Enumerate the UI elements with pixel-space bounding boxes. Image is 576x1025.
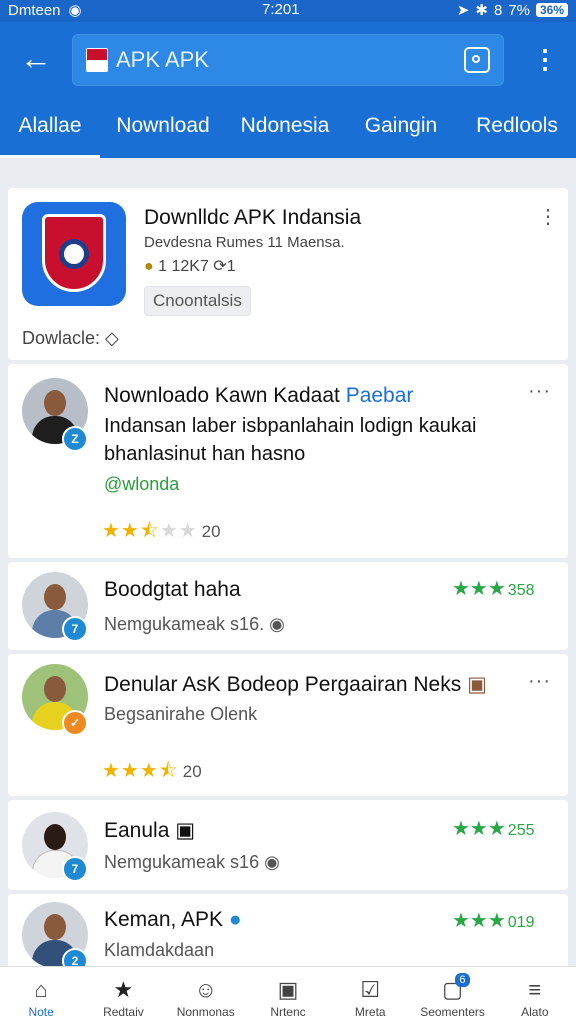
review-title: Keman, APK ●: [104, 908, 242, 931]
menu-icon: ≡: [528, 977, 542, 1002]
back-arrow-icon[interactable]: ←: [18, 40, 54, 76]
diamond-icon: ◇: [105, 328, 119, 348]
carrier-label: Dmteen: [8, 1, 61, 19]
sync-icon: ⟳: [213, 258, 227, 275]
verified-badge: 7: [62, 616, 88, 642]
rating-stars: ★★★ 255: [452, 818, 535, 840]
globe-icon: ●: [228, 908, 242, 931]
notification-count: 6: [455, 973, 470, 987]
review-title: Eanula ▣: [104, 819, 196, 842]
bag-icon: ▣: [467, 673, 487, 696]
rating-count: 20: [201, 522, 221, 541]
camera-icon[interactable]: [464, 47, 490, 73]
coin-icon: ●: [144, 258, 154, 275]
shield-icon: [42, 214, 106, 292]
clock: 7:201: [262, 1, 300, 18]
battery-icon: 36%: [535, 3, 568, 17]
review-subtitle: Begsanirahe Olenk: [104, 704, 258, 724]
tab-ndonesia[interactable]: Ndonesia: [226, 102, 344, 158]
nav-redtaiv[interactable]: ★ Redtaiv: [82, 967, 164, 1025]
nav-nrtenc[interactable]: ▣ Nrtenc: [247, 967, 329, 1025]
app-title: Downlldc APK Indansia: [144, 206, 362, 229]
verified-badge: 7: [62, 856, 88, 882]
review-title: Boodgtat haha: [104, 578, 241, 601]
search-input[interactable]: APK APK: [116, 47, 209, 73]
review-subtitle: Nemgukameak s16 ◉: [104, 852, 280, 872]
rating-count: 20: [182, 762, 202, 781]
rating-stars: ★★★ 358: [452, 578, 535, 600]
review-item[interactable]: 7 Boodgtat haha ★★★ 358 Nemgukameak s16. …: [8, 562, 568, 650]
review-item[interactable]: 7 Eanula ▣ ★★★ 255 Nemgukameak s16 ◉: [8, 800, 568, 890]
percent-label: 7%: [508, 1, 530, 19]
category-chip[interactable]: Cnoontalsis: [144, 286, 251, 316]
more-horiz-icon[interactable]: ···: [528, 670, 551, 693]
verified-badge: ✓: [62, 710, 88, 736]
box-icon: ▣: [277, 977, 299, 1002]
flag-icon: [86, 48, 108, 72]
tab-alallae[interactable]: Alallae: [0, 102, 100, 158]
app-card[interactable]: Downlldc APK Indansia ⋮ Devdesna Rumes 1…: [8, 188, 568, 360]
tab-gaingin[interactable]: Gaingin: [344, 102, 458, 158]
location-pin-icon: ◉: [264, 852, 280, 872]
rating-count: 019: [507, 914, 535, 931]
nav-nonmonas[interactable]: ☺ Nonmonas: [165, 967, 247, 1025]
smile-icon: ☺: [194, 977, 217, 1002]
review-item[interactable]: 2 Keman, APK ● ★★★ 019 Klamdakdaan: [8, 894, 568, 974]
rating-stars: ★★★⯪ 20: [102, 760, 202, 782]
alarm-icon: 8: [493, 1, 503, 19]
review-item[interactable]: ✓ Denular AsK Bodeop Pergaairan Neks ▣ ·…: [8, 654, 568, 796]
app-bar: ← APK APK ⋮ Alallae Nownload Ndonesia Ga…: [0, 22, 576, 158]
rating-count: 358: [507, 582, 535, 599]
star-icon: ★: [113, 977, 134, 1002]
status-bar: Dmteen ◉ 7:201 ➤ ✱ 8 7% 36%: [0, 0, 576, 22]
app-subtitle: Devdesna Rumes 11 Maensa.: [144, 234, 345, 251]
bottom-nav: ⌂ Note ★ Redtaiv ☺ Nonmonas ▣ Nrtenc ☑ Mreta …: [0, 966, 576, 1025]
other-stat: 1: [226, 258, 236, 275]
review-subtitle: Nemgukameak s16. ◉: [104, 614, 285, 634]
check-bag-icon: ☑: [360, 977, 381, 1002]
bluetooth-icon: ✱: [475, 2, 488, 19]
verified-badge: Z: [62, 426, 88, 452]
nav-note[interactable]: ⌂ Note: [0, 967, 82, 1025]
tab-redlools[interactable]: Redlools: [458, 102, 576, 158]
search-bar[interactable]: APK APK: [72, 34, 504, 86]
review-title: Nownloado Kawn Kadaat Paebar: [104, 384, 414, 407]
more-vert-icon[interactable]: ⋮: [532, 46, 558, 72]
nav-seomenters[interactable]: ▢ 6 Seomenters: [411, 967, 493, 1025]
tab-nownload[interactable]: Nownload: [100, 102, 226, 158]
review-title: Denular AsK Bodeop Pergaairan Neks ▣: [104, 673, 487, 696]
more-vert-icon[interactable]: ⋮: [538, 204, 559, 229]
bag-icon: ▣: [175, 819, 196, 842]
review-handle[interactable]: @wlonda: [104, 474, 179, 495]
app-logo: [22, 202, 126, 306]
rating-stars: ★★⯪★★ 20: [102, 520, 221, 542]
more-horiz-icon[interactable]: ···: [528, 380, 551, 403]
location-icon: ➤: [456, 2, 470, 19]
tab-bar: Alallae Nownload Ndonesia Gaingin Redloo…: [0, 102, 576, 158]
download-label: Dowlacle: ◇: [22, 328, 119, 348]
home-icon: ⌂: [34, 977, 48, 1002]
rating-stars: ★★★ 019: [452, 910, 535, 932]
nav-mreta[interactable]: ☑ Mreta: [329, 967, 411, 1025]
downloads-stat: 1 12K7: [158, 258, 209, 275]
location-pin-icon: ◉: [269, 614, 285, 634]
review-subtitle: Klamdakdaan: [104, 940, 215, 960]
app-stats: ● 1 12K7 ⟳1: [144, 256, 236, 276]
rating-count: 255: [507, 822, 535, 839]
nav-alato[interactable]: ≡ Alato: [494, 967, 576, 1025]
review-item[interactable]: Z Nownloado Kawn Kadaat Paebar ··· Indan…: [8, 364, 568, 558]
review-body: Indansan laber isbpanlahain lodign kauka…: [104, 415, 477, 465]
wifi-icon: ◉: [68, 2, 82, 19]
